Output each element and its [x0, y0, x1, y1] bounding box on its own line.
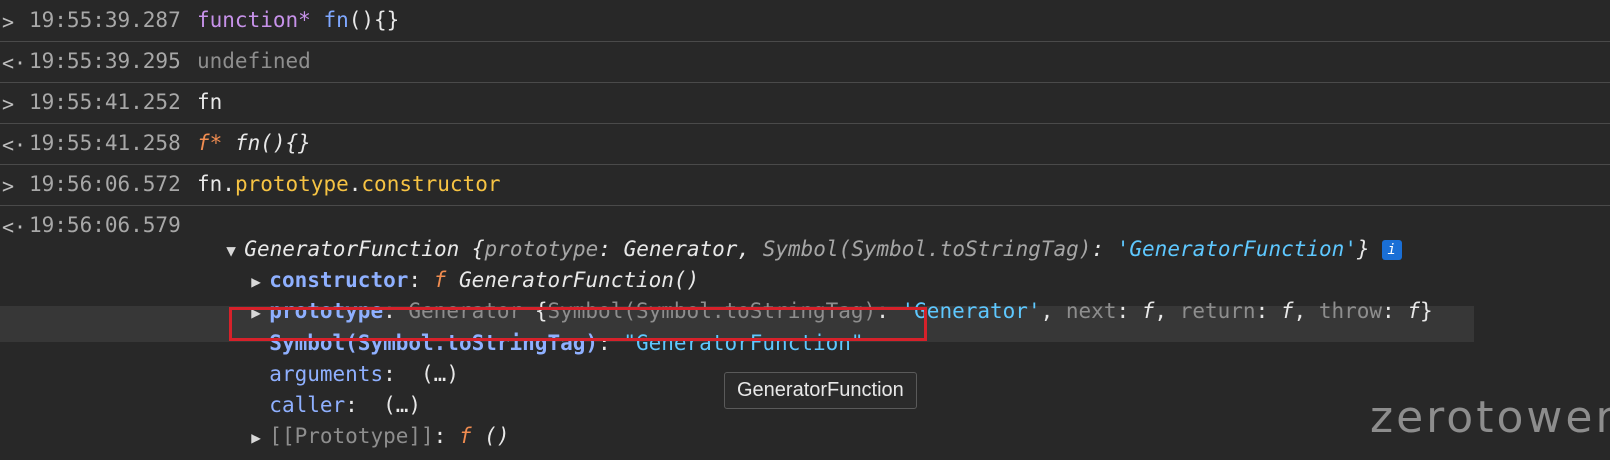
expand-triangle-right-icon[interactable]: ▶	[251, 428, 269, 447]
console-code: fn.prototype.constructor	[197, 172, 501, 196]
console-result[interactable]: f* fn(){}	[197, 131, 311, 155]
console-input-row[interactable]: > 19:56:06.572 fn.prototype.constructor	[0, 164, 1610, 206]
preview-key-symbol: Symbol(Symbol.toStringTag)	[762, 237, 1092, 261]
code-rest: (){}	[348, 8, 400, 32]
function-f-icon: f	[458, 424, 472, 448]
timestamp: 19:56:06.572	[29, 172, 181, 196]
preview-value-symbol: 'GeneratorFunction'	[1116, 237, 1357, 261]
output-arrow-icon: <·	[2, 51, 27, 75]
timestamp: 19:55:39.295	[29, 49, 181, 73]
timestamp: 19:55:41.258	[29, 131, 181, 155]
inner-key-throw: throw	[1318, 299, 1383, 323]
inner-key-next: next	[1065, 299, 1117, 323]
output-arrow-icon: <·	[2, 133, 27, 157]
function-name: fn	[323, 8, 349, 32]
red-annotation-box	[229, 307, 927, 341]
timestamp: 19:55:41.252	[29, 90, 181, 114]
output-arrow-icon: <·	[2, 215, 27, 239]
property-key: [[Prototype]]	[269, 424, 434, 448]
watermark: zerotower	[1370, 392, 1610, 443]
function-f-icon: f*	[197, 131, 223, 155]
object-name: fn	[197, 172, 223, 196]
function-signature: fn(){}	[222, 131, 311, 155]
console-output-row[interactable]: <· 19:55:41.258 f* fn(){}	[0, 123, 1610, 165]
property-prototype: prototype	[234, 172, 349, 196]
console-output-row: <· 19:55:39.295 undefined	[0, 41, 1610, 83]
input-chevron-icon: >	[2, 92, 15, 116]
tree-item-internal-prototype[interactable]: ▶ [[Prototype]]: f ()	[226, 400, 510, 448]
keyword: function*	[197, 8, 311, 32]
console-input-row[interactable]: > 19:55:39.287 function* fn(){}	[0, 0, 1610, 42]
timestamp: 19:55:39.287	[29, 8, 181, 32]
inner-key-return: return	[1179, 299, 1256, 323]
timestamp: 19:56:06.579	[29, 213, 181, 237]
input-chevron-icon: >	[2, 10, 15, 34]
inner-value-f: f	[1141, 299, 1155, 323]
info-icon[interactable]: i	[1381, 240, 1402, 260]
console-input-row[interactable]: > 19:55:41.252 fn	[0, 82, 1610, 124]
inner-value-f: f	[1407, 299, 1420, 323]
brace-close: }	[1356, 237, 1370, 261]
inner-value-f: f	[1280, 299, 1294, 323]
console-code: fn	[197, 90, 223, 114]
input-chevron-icon: >	[2, 174, 15, 198]
hover-tooltip: GeneratorFunction	[724, 372, 917, 409]
lazy-value[interactable]: (…)	[421, 362, 459, 386]
console-result: undefined	[197, 49, 311, 73]
property-constructor: constructor	[361, 172, 501, 196]
console-code: function* fn(){}	[197, 8, 399, 32]
property-value: ()	[484, 424, 510, 448]
